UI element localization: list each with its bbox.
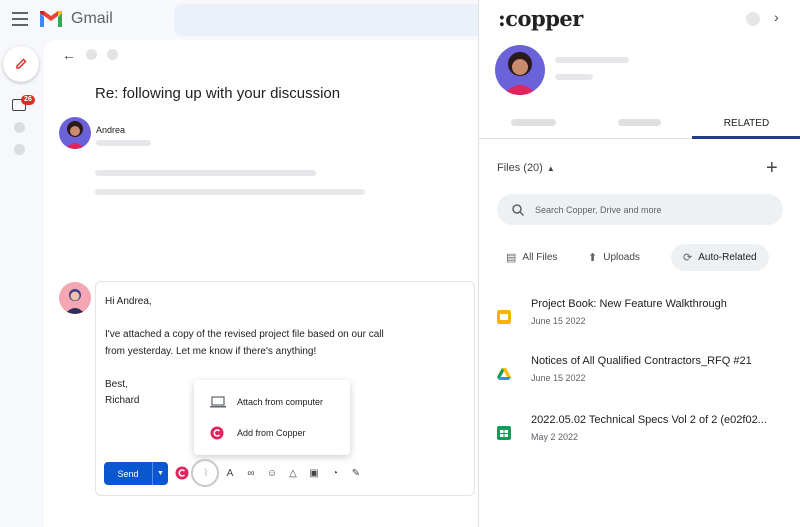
drive-icon[interactable]: △ [286,466,300,480]
send-button[interactable]: Send ▼ [104,462,168,485]
gmail-search-bar[interactable] [174,4,484,36]
menu-item-label: Attach from computer [237,397,324,407]
contact-detail-placeholder [555,74,593,80]
search-placeholder: Search Copper, Drive and more [535,204,662,215]
file-name: Project Book: New Feature Walkthrough [531,298,727,310]
message-body-placeholder [95,170,316,176]
file-date: June 15 2022 [531,316,586,326]
back-arrow-icon[interactable]: ← [62,47,76,63]
file-date: June 15 2022 [531,373,586,383]
google-sheets-icon [497,426,511,440]
add-from-copper-item[interactable]: Add from Copper [194,418,350,448]
copper-search-input[interactable]: Search Copper, Drive and more [497,194,783,225]
attach-menu: Attach from computer Add from Copper [194,380,350,455]
copper-logo: :copper [498,6,583,31]
thread-subject: Re: following up with your discussion [95,85,341,102]
send-options-caret-icon[interactable]: ▼ [152,462,168,485]
search-icon [512,203,525,216]
reply-author-avatar [59,282,91,314]
laptop-icon [210,396,226,408]
copper-menu-dot-icon[interactable] [746,12,760,26]
screen: Gmail 26 ← Re: following up with your di… [0,0,800,527]
tab-related[interactable]: RELATED [692,112,800,139]
filter-label: Uploads [603,252,640,263]
gmail-logo-icon [40,11,62,27]
reply-line: Best, [105,379,128,390]
tab-placeholder[interactable] [618,119,661,126]
inbox-unread-badge: 26 [21,95,35,105]
compose-button[interactable] [3,46,39,82]
toolbar-placeholder-icon[interactable] [107,49,118,60]
chevron-right-icon[interactable]: › [774,9,779,25]
menu-item-label: Add from Copper [237,428,306,438]
reply-line: from yesterday. Let me know if there's a… [105,346,317,357]
emoji-icon[interactable]: ☺ [265,466,279,480]
reply-line: I've attached a copy of the revised proj… [105,329,384,340]
filter-label: Auto-Related [698,252,757,263]
upload-icon: ⬆ [588,252,598,264]
copper-tabs: RELATED [479,112,800,139]
filter-label: All Files [522,252,558,263]
confidential-lock-icon[interactable]: ◔ [328,466,342,480]
reply-line: Richard [105,395,140,406]
gmail-wordmark: Gmail [71,10,113,27]
rail-item-placeholder[interactable] [14,122,25,133]
toolbar-placeholder-icon[interactable] [86,49,97,60]
send-label: Send [117,468,139,479]
link-icon[interactable]: ∞ [244,466,258,480]
attach-from-computer-item[interactable]: Attach from computer [194,387,350,417]
image-icon[interactable]: ▣ [307,466,321,480]
copper-logo-icon [210,426,224,440]
contact-name-placeholder [555,57,629,63]
tab-placeholder[interactable] [511,119,556,126]
text-format-icon[interactable]: A [223,466,237,480]
sync-icon: ⟳ [683,252,693,264]
files-stack-icon: ▤ [506,252,517,264]
message-meta-placeholder [96,140,151,146]
file-name: Notices of All Qualified Contractors_RFQ… [531,355,752,367]
file-date: May 2 2022 [531,432,579,442]
google-slides-icon [497,310,511,324]
filter-auto-related[interactable]: ⟳ Auto-Related [671,244,769,271]
sender-avatar [59,117,91,149]
reply-line: Hi Andrea, [105,296,152,307]
sender-name: Andrea [96,125,126,135]
file-name: 2022.05.02 Technical Specs Vol 2 of 2 (e… [531,414,767,426]
copper-sidebar: :copper › RELATED Files (20) ▲ + Search … [478,0,800,527]
filter-all-files[interactable]: ▤ All Files [506,244,557,271]
pencil-icon [16,58,27,69]
files-header[interactable]: Files (20) ▲ [497,162,555,174]
file-list-item[interactable]: Project Book: New Feature Walkthrough Ju… [479,298,800,342]
rail-item-placeholder[interactable] [14,144,25,155]
contact-avatar [495,45,545,95]
copper-logo-icon[interactable] [175,466,189,480]
message-body-placeholder [95,189,365,195]
files-header-label: Files (20) [497,162,543,174]
add-file-plus-icon[interactable]: + [766,157,778,180]
compose-toolbar: ⌇ A ∞ ☺ △ ▣ ◔ ✎ [175,466,363,480]
attach-file-icon[interactable]: ⌇ [196,466,216,480]
file-list-item[interactable]: 2022.05.02 Technical Specs Vol 2 of 2 (e… [479,414,800,458]
main-menu-icon[interactable] [12,12,28,26]
signature-pen-icon[interactable]: ✎ [349,466,363,480]
chevron-up-icon: ▲ [546,164,555,173]
google-drive-icon [497,368,511,380]
file-list-item[interactable]: Notices of All Qualified Contractors_RFQ… [479,355,800,399]
filter-uploads[interactable]: ⬆ Uploads [588,244,640,271]
